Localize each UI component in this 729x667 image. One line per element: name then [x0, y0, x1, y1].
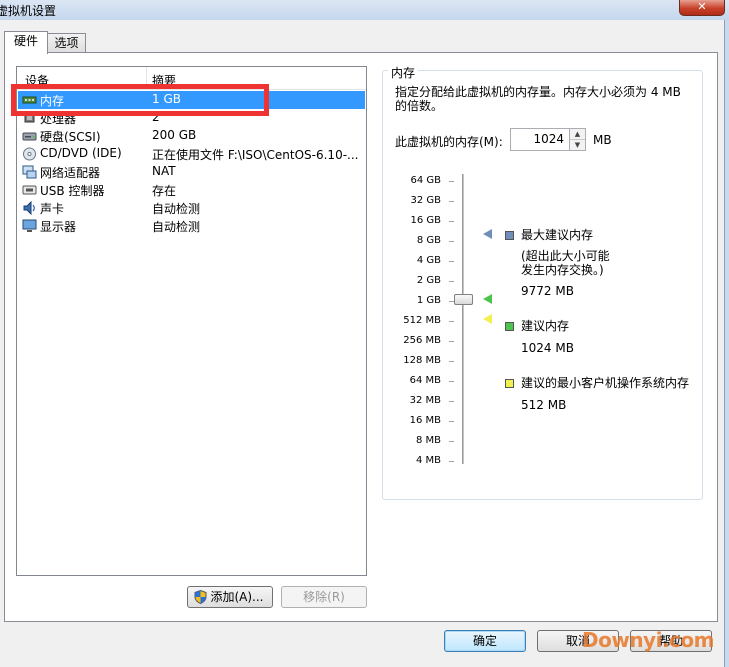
scale-tick: [449, 461, 454, 462]
device-name: USB 控制器: [40, 184, 105, 198]
network-adapter-icon: [22, 165, 37, 179]
memory-unit: MB: [593, 133, 612, 147]
scale-label: 8 GB: [416, 235, 441, 246]
scale-tick: [449, 361, 454, 362]
scale-tick: [449, 341, 454, 342]
device-summary: 200 GB: [152, 128, 197, 142]
usb-icon: [22, 185, 37, 195]
display-icon: [22, 219, 37, 232]
scale-tick: [449, 401, 454, 402]
device-row-harddisk[interactable]: 硬盘(SCSI) 200 GB: [18, 127, 365, 145]
device-row-display[interactable]: 显示器 自动检测: [18, 217, 365, 235]
scale-label: 16 GB: [410, 215, 441, 226]
device-summary: 正在使用文件 F:\ISO\CentOS-6.10-...: [152, 148, 359, 162]
highlight-annotation: [11, 84, 269, 116]
device-summary: 自动检测: [152, 220, 201, 234]
min-recommended-value: 512 MB: [521, 398, 567, 412]
recommended-swatch: [505, 322, 514, 331]
memory-slider-thumb[interactable]: [454, 294, 473, 305]
scale-tick: [449, 381, 454, 382]
device-name: 声卡: [40, 202, 65, 216]
spin-down-icon[interactable]: ▼: [570, 139, 585, 149]
scale-label: 64 GB: [410, 175, 441, 186]
scale-tick: [449, 281, 454, 282]
max-recommended-value: 9772 MB: [521, 284, 574, 298]
device-name: CD/DVD (IDE): [40, 146, 122, 160]
device-row-usb-controller[interactable]: USB 控制器 存在: [18, 181, 365, 199]
scale-label: 64 MB: [409, 375, 441, 386]
close-icon: ✕: [697, 0, 707, 13]
scale-tick: [449, 241, 454, 242]
scale-label: 4 MB: [415, 455, 441, 466]
tab-hardware-label: 硬件: [13, 34, 38, 48]
scale-label: 256 MB: [403, 335, 441, 346]
title-bar: 虚拟机设置 ✕: [0, 0, 729, 20]
memory-description: 指定分配给此虚拟机的内存量。内存大小必须为 4 MB 的倍数。: [395, 85, 681, 113]
scale-tick: [449, 261, 454, 262]
scale-tick: [449, 201, 454, 202]
memory-size-input[interactable]: 1024: [510, 128, 570, 151]
device-summary: 存在: [152, 184, 177, 198]
device-row-network-adapter[interactable]: 网络适配器 NAT: [18, 163, 365, 181]
close-button[interactable]: ✕: [679, 0, 725, 16]
device-name: 硬盘(SCSI): [40, 130, 101, 144]
tab-options-label: 选项: [54, 36, 79, 50]
spin-up-icon[interactable]: ▲: [570, 129, 585, 139]
remove-device-button[interactable]: 移除(R): [281, 586, 367, 608]
scale-label: 1 GB: [416, 295, 441, 306]
max-recommended-swatch: [505, 231, 514, 240]
ok-button[interactable]: 确定: [444, 630, 526, 652]
scale-tick: [449, 221, 454, 222]
recommended-marker-icon: [483, 294, 492, 304]
scale-label: 4 GB: [416, 255, 441, 266]
device-name: 网络适配器: [40, 166, 101, 180]
scale-label: 32 GB: [410, 195, 441, 206]
max-recommended-marker-icon: [483, 229, 492, 239]
memory-field-label: 此虚拟机的内存(M):: [395, 135, 503, 149]
min-recommended-marker-icon: [483, 314, 492, 324]
window-title: 虚拟机设置: [0, 4, 57, 18]
max-recommended-label: 最大建议内存: [521, 228, 594, 242]
scale-label: 16 MB: [409, 415, 441, 426]
scale-tick: [449, 441, 454, 442]
harddisk-icon: [22, 132, 37, 141]
scale-label: 8 MB: [415, 435, 441, 446]
device-row-sound-card[interactable]: 声卡 自动检测: [18, 199, 365, 217]
recommended-label: 建议内存: [521, 319, 570, 333]
watermark: Downyi.com: [582, 628, 714, 652]
tab-hardware[interactable]: 硬件: [4, 31, 48, 54]
recommended-value: 1024 MB: [521, 341, 574, 355]
memory-group-title: 内存: [388, 64, 419, 81]
memory-spinner[interactable]: ▲ ▼: [569, 128, 586, 151]
scale-label: 32 MB: [409, 395, 441, 406]
max-recommended-note-2: 发生内存交换。): [521, 263, 604, 277]
device-name: 显示器: [40, 220, 77, 234]
scale-tick: [449, 181, 454, 182]
scale-label: 128 MB: [403, 355, 441, 366]
scale-tick: [449, 321, 454, 322]
device-row-cd-dvd[interactable]: CD/DVD (IDE) 正在使用文件 F:\ISO\CentOS-6.10-.…: [18, 145, 365, 163]
device-list[interactable]: 设备 摘要 内存 1 GB 处理器 2 硬盘(SCSI) 200 GB CD/D…: [16, 66, 367, 576]
ok-label: 确定: [472, 634, 497, 648]
scale-tick: [449, 421, 454, 422]
scale-label: 2 GB: [416, 275, 441, 286]
cd-dvd-icon: [23, 147, 36, 161]
tab-options[interactable]: 选项: [47, 33, 86, 54]
scale-label: 512 MB: [403, 315, 441, 326]
sound-card-icon: [23, 201, 35, 215]
device-summary: 自动检测: [152, 202, 201, 216]
device-summary: NAT: [152, 164, 176, 178]
shield-icon: [194, 590, 207, 604]
min-recommended-label: 建议的最小客户机操作系统内存: [521, 376, 690, 390]
add-device-button[interactable]: 添加(A)...: [187, 586, 273, 608]
min-recommended-swatch: [505, 379, 514, 388]
remove-device-label: 移除(R): [303, 590, 345, 604]
memory-slider-track[interactable]: [462, 174, 464, 464]
